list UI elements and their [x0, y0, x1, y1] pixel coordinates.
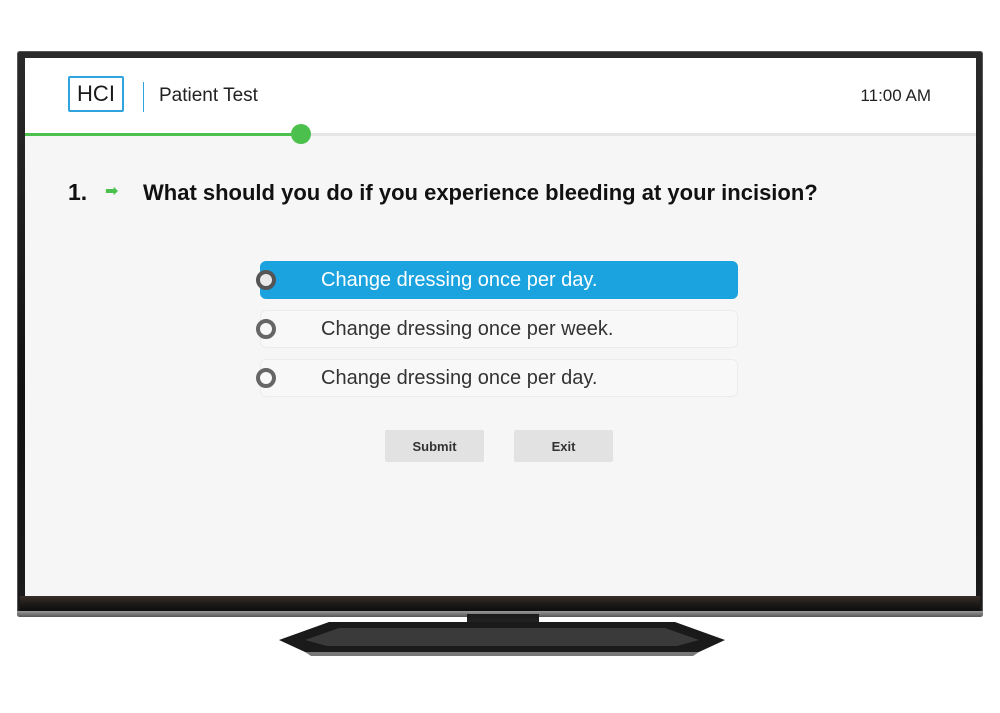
arrow-right-icon: ➡	[105, 183, 119, 200]
tv-stand-base	[279, 622, 725, 656]
progress-fill	[25, 133, 301, 136]
answer-option-label: Change dressing once per week.	[321, 318, 614, 340]
answer-option-label: Change dressing once per day.	[321, 367, 598, 389]
radio-icon[interactable]	[256, 319, 276, 339]
question-number: 1.	[68, 179, 88, 205]
submit-button[interactable]: Submit	[385, 430, 484, 462]
app-screen: HCI Patient Test 11:00 AM 1. ➡ What shou…	[25, 58, 976, 596]
header-bar: HCI Patient Test 11:00 AM	[25, 58, 976, 135]
clock-time: 11:00 AM	[860, 86, 931, 105]
answer-options: Change dressing once per day. Change dre…	[256, 261, 738, 408]
progress-knob	[291, 124, 311, 144]
answer-option-3[interactable]: Change dressing once per day.	[256, 359, 738, 397]
page-title: Patient Test	[159, 85, 258, 106]
radio-icon[interactable]	[256, 368, 276, 388]
hci-logo: HCI	[68, 76, 124, 112]
header-divider	[143, 82, 144, 112]
question-text: What should you do if you experience ble…	[143, 180, 818, 205]
answer-option-1[interactable]: Change dressing once per day.	[256, 261, 738, 299]
exit-button[interactable]: Exit	[514, 430, 613, 462]
tv-display: HCI Patient Test 11:00 AM 1. ➡ What shou…	[0, 0, 1000, 713]
answer-option-2[interactable]: Change dressing once per week.	[256, 310, 738, 348]
radio-icon[interactable]	[256, 270, 276, 290]
answer-option-label: Change dressing once per day.	[321, 269, 598, 291]
tv-bezel-bottom	[20, 596, 980, 612]
